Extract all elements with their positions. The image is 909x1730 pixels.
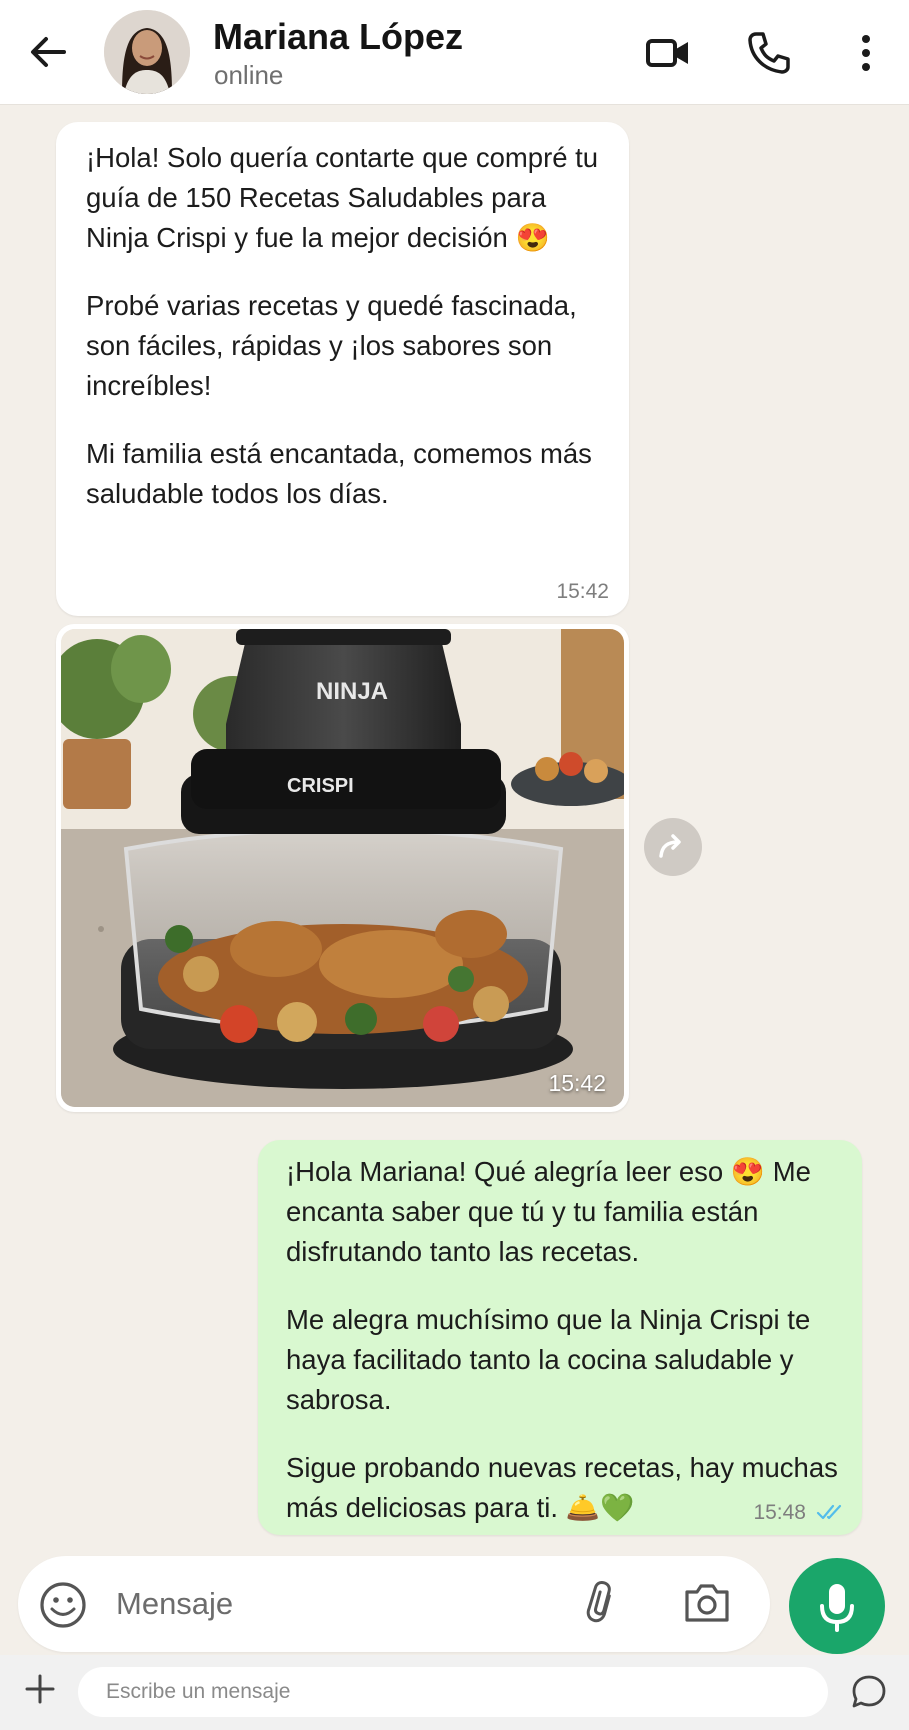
brand-crispi-label: CRISPI [287,775,354,797]
outgoing-message-text: ¡Hola Mariana! Qué alegría leer eso 😍 Me… [286,1152,841,1528]
contact-status: online [214,60,284,90]
air-fryer-photo[interactable]: NINJA CRISPI 15:42 [61,629,624,1107]
back-arrow-icon[interactable] [26,30,70,74]
double-check-icon [816,1504,842,1520]
secondary-message-input[interactable] [78,1667,828,1717]
image-timestamp: 15:42 [548,1070,606,1096]
message-timestamp: 15:42 [556,580,609,603]
contact-avatar[interactable] [104,10,190,94]
forward-icon [659,834,681,858]
attach-icon[interactable] [580,1580,626,1626]
message-paragraph: Mi familia está encantada, comemos más s… [86,438,592,509]
chat-header: Mariana López online [0,0,909,105]
message-input[interactable] [114,1580,518,1628]
more-options-icon[interactable] [843,30,889,76]
message-paragraph: Probé varias recetas y quedé fascinada, … [86,290,577,401]
voice-call-icon[interactable] [745,30,791,76]
message-paragraph: Me alegra muchísimo que la Ninja Crispi … [286,1304,811,1415]
message-timestamp: 15:48 [753,1501,806,1524]
message-paragraph: ¡Hola Mariana! Qué alegría leer eso 😍 Me… [286,1156,811,1267]
chat-bubble-icon[interactable] [850,1673,888,1711]
video-call-icon[interactable] [645,30,691,76]
camera-icon[interactable] [682,1580,732,1626]
outgoing-message-bubble[interactable]: ¡Hola Mariana! Qué alegría leer eso 😍 Me… [258,1140,862,1535]
brand-ninja-label: NINJA [316,678,388,705]
plus-icon[interactable] [24,1673,56,1705]
mic-button[interactable] [789,1558,885,1654]
contact-name[interactable]: Mariana López [213,16,463,58]
incoming-message-text: ¡Hola! Solo quería contarte que compré t… [86,138,606,514]
message-composer [18,1556,770,1652]
mic-icon [820,1584,854,1632]
bottom-input-bar [0,1655,909,1730]
forward-button[interactable] [644,818,702,876]
message-paragraph: ¡Hola! Solo quería contarte que compré t… [86,142,599,253]
emoji-icon[interactable] [38,1580,88,1630]
incoming-message-bubble[interactable]: ¡Hola! Solo quería contarte que compré t… [56,122,629,616]
incoming-image-message[interactable]: NINJA CRISPI 15:42 [56,624,629,1112]
